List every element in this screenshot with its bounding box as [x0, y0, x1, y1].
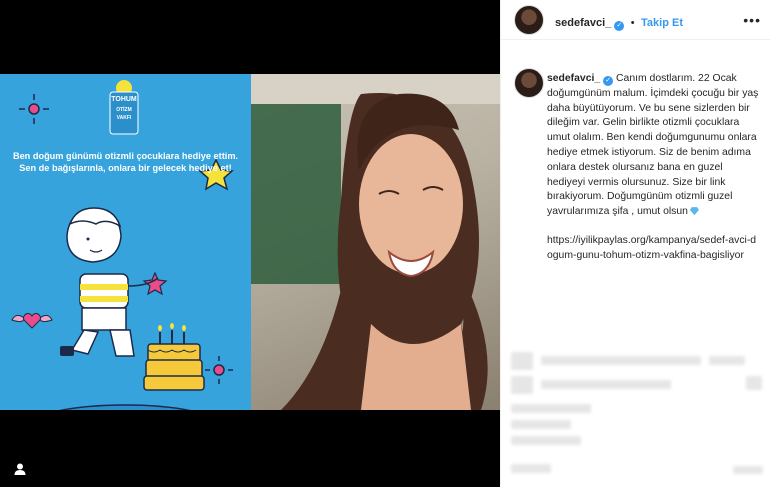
verified-badge-icon: ✓	[614, 21, 625, 31]
tohum-logo: TOHUM OTİZM VAKFI	[107, 84, 141, 136]
promo-message: Ben doğum günümü otizmli çocuklara hediy…	[12, 151, 239, 173]
more-horizontal-icon[interactable]: •••	[743, 12, 761, 28]
post-header: sedefavci_ ✓ • Takip Et •••	[501, 0, 770, 40]
username-link[interactable]: sedefavci_	[555, 17, 611, 29]
sparkle-icon	[19, 94, 49, 124]
post-caption: sedefavci_ ✓ Canım dostlarım. 22 Ocak doğ…	[547, 72, 761, 264]
follow-button[interactable]: Takip Et	[641, 17, 683, 29]
logo-word: TOHUM	[111, 96, 137, 103]
portrait-photo	[251, 74, 500, 410]
birthday-cake-illustration	[143, 323, 205, 391]
header-user: sedefavci_ ✓ • Takip Et	[555, 13, 683, 31]
promo-card: TOHUM OTİZM VAKFI Ben doğum günümü otizm…	[0, 74, 251, 410]
rug	[58, 404, 192, 410]
post-media: TOHUM OTİZM VAKFI Ben doğum günümü otizm…	[0, 0, 500, 487]
post-image[interactable]: TOHUM OTİZM VAKFI Ben doğum günümü otizm…	[0, 74, 500, 410]
diamond-emoji-icon	[689, 207, 699, 216]
avatar[interactable]	[514, 5, 544, 35]
campaign-link[interactable]: https://iyilikpaylas.org/kampanya/sedef-…	[547, 234, 761, 264]
avatar[interactable]	[514, 68, 544, 98]
caption-username-link[interactable]: sedefavci_	[547, 73, 600, 84]
caption-text: Canım dostlarım. 22 Ocak doğumgünüm malu…	[547, 73, 759, 218]
boy-illustration	[60, 207, 159, 357]
tagged-user-icon[interactable]	[13, 462, 27, 476]
sparkle-icon	[205, 356, 233, 384]
separator: •	[630, 17, 635, 29]
logo-word: VAKFI	[116, 115, 132, 121]
winged-heart-icon	[11, 313, 53, 329]
post-sidebar: sedefavci_ ✓ • Takip Et ••• sedefavci_ ✓ C…	[500, 0, 770, 487]
logo-word: OTİZM	[116, 107, 132, 113]
verified-badge-icon: ✓	[603, 76, 614, 86]
